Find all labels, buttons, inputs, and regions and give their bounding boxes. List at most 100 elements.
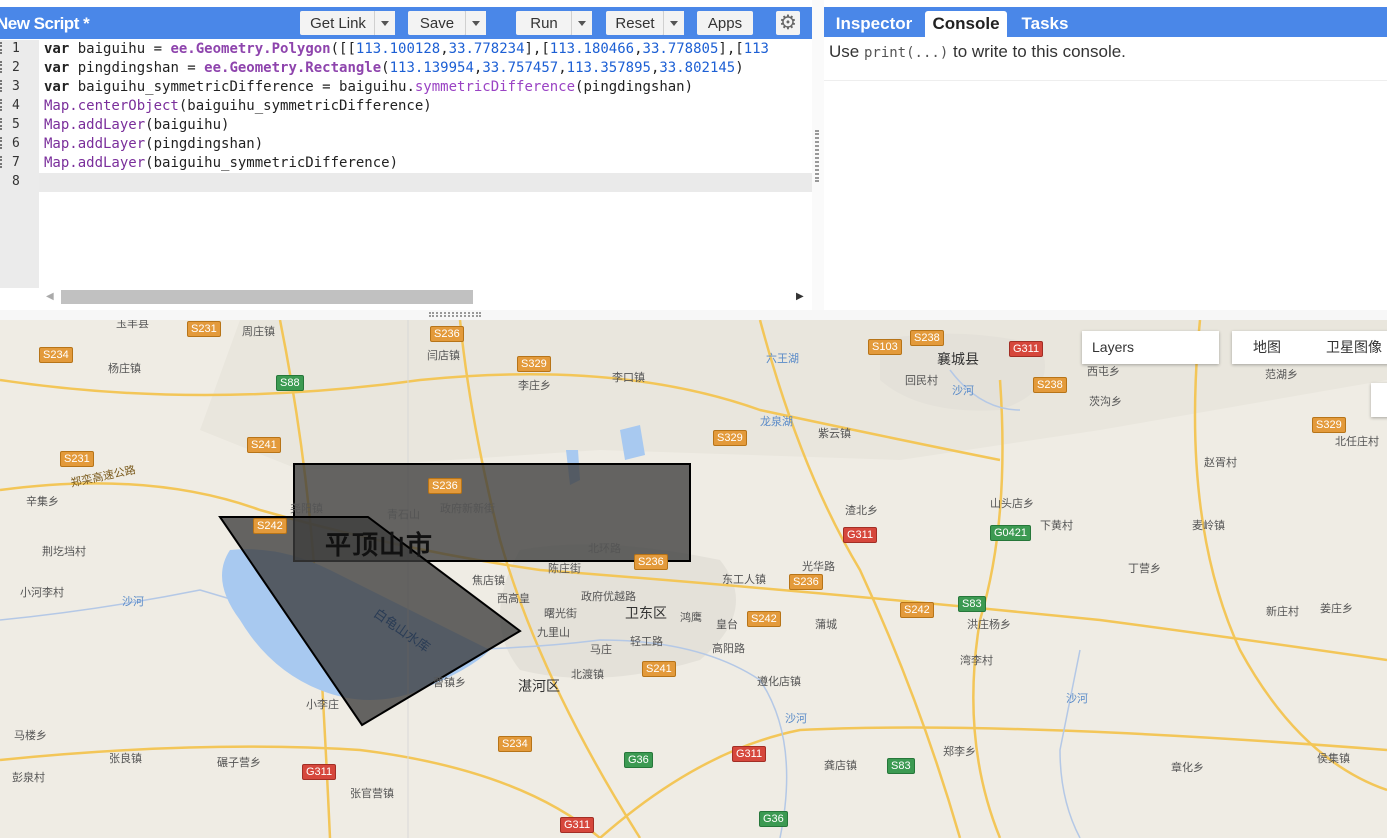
apps-button[interactable]: Apps: [697, 11, 753, 35]
code-line[interactable]: Map.addLayer(baiguihu_symmetricDifferenc…: [44, 154, 398, 173]
code-line[interactable]: Map.addLayer(baiguihu): [44, 116, 229, 135]
line-number: 7: [0, 154, 39, 173]
map-place-label: 鸿鹰: [680, 612, 702, 624]
vertical-splitter[interactable]: [812, 0, 824, 310]
code-token: (baiguihu): [145, 117, 230, 133]
horizontal-scrollbar[interactable]: ◀ ▶: [44, 288, 809, 306]
code-token: pingdingshan =: [69, 60, 205, 76]
reset-button[interactable]: Reset: [606, 11, 664, 35]
road-shield: G311: [1009, 341, 1044, 357]
fold-marker-icon: [0, 80, 6, 92]
get-link-dropdown-icon[interactable]: [374, 11, 395, 35]
line-number: 5: [0, 116, 39, 135]
save-button[interactable]: Save: [408, 11, 466, 35]
map-place-label: 北任庄村: [1335, 436, 1379, 448]
code-token: baiguihu_symmetricDifference = baiguihu.: [69, 79, 415, 95]
map-place-label: 西高皇: [497, 593, 530, 605]
get-link-button[interactable]: Get Link: [300, 11, 376, 35]
code-token: 33.802145: [659, 60, 736, 76]
code-token: ee.Geometry.Rectangle: [204, 60, 382, 76]
code-token: var: [44, 60, 70, 76]
road-shield: S238: [1033, 377, 1067, 393]
road-shield: S234: [39, 347, 73, 363]
map-place-label: 茨沟乡: [1089, 396, 1122, 408]
scroll-left-icon[interactable]: ◀: [46, 291, 54, 302]
fold-marker-icon: [0, 156, 6, 168]
right-panel-tabs: Inspector Console Tasks: [824, 7, 1387, 37]
map-place-label: 章化乡: [1171, 762, 1204, 774]
road-shield: G0421: [990, 525, 1032, 541]
code-token: (baiguihu_symmetricDifference): [145, 155, 399, 171]
fullscreen-icon[interactable]: [1371, 383, 1387, 417]
map-place-label: 闫店镇: [427, 350, 460, 362]
code-token: ee.Geometry.Polygon: [170, 41, 331, 57]
line-number: 2: [0, 59, 39, 78]
code-line[interactable]: Map.addLayer(pingdingshan): [44, 135, 263, 154]
reset-dropdown-icon[interactable]: [663, 11, 684, 35]
code-token: 33.778234: [448, 41, 525, 57]
code-line[interactable]: var pingdingshan = ee.Geometry.Rectangle…: [44, 59, 744, 78]
map-place-label: 新庄村: [1266, 606, 1299, 618]
code-token: ],[: [524, 41, 550, 57]
map-place-label: 荆圪垱村: [42, 546, 86, 558]
code-line[interactable]: var baiguihu_symmetricDifference = baigu…: [44, 78, 693, 97]
line-number-text: 7: [12, 155, 20, 170]
map-place-label: 曹镇乡: [433, 677, 466, 689]
code-token: 113.139954: [389, 60, 474, 76]
code-token: ],[: [718, 41, 744, 57]
code-token: 33.757457: [482, 60, 559, 76]
code-line[interactable]: var baiguihu = ee.Geometry.Polygon([[113…: [44, 40, 769, 59]
tab-inspector[interactable]: Inspector: [828, 11, 920, 37]
map-place-label: 张良镇: [109, 753, 142, 765]
map-place-label: 政府新新街: [440, 503, 495, 515]
map-place-label: 蒲城: [815, 619, 837, 631]
map-place-label: 碾子营乡: [217, 757, 261, 769]
code-line[interactable]: Map.centerObject(baiguihu_symmetricDiffe…: [44, 97, 432, 116]
scrollbar-thumb[interactable]: [61, 290, 473, 304]
road-shield: S242: [900, 602, 934, 618]
road-shield: S103: [868, 339, 902, 355]
map-water-label: 沙河: [122, 596, 144, 608]
code-token: ,: [440, 41, 449, 57]
map-place-label: 侯集镇: [1317, 753, 1350, 765]
fold-marker-icon: [0, 61, 6, 73]
run-button[interactable]: Run: [516, 11, 572, 35]
line-number: 8: [0, 173, 39, 192]
fold-marker-icon: [0, 42, 6, 54]
code-token: 113: [743, 41, 769, 57]
map-place-label: 杨庄镇: [108, 363, 141, 375]
map-place-label: 东工人镇: [722, 574, 766, 586]
splitter-grip-icon: [815, 130, 819, 182]
script-title[interactable]: New Script *: [0, 14, 90, 34]
map-place-label: 湾李村: [960, 655, 993, 667]
settings-gear-icon[interactable]: ⚙: [776, 11, 800, 35]
map-place-label: 范湖乡: [1265, 369, 1298, 381]
map-place-label: 尧阳镇: [290, 503, 323, 515]
code-token: baiguihu =: [69, 41, 171, 57]
map-view[interactable]: 平顶山市 周庄镇 闫店镇 李庄乡 李口镇 杨庄镇 回民村 西屯乡 范湖乡 茨沟乡 紫云镇 北任庄村赵…: [0, 320, 1387, 838]
run-dropdown-icon[interactable]: [571, 11, 592, 35]
road-shield: G311: [732, 746, 767, 762]
line-number-text: 8: [12, 174, 20, 189]
map-type-roadmap[interactable]: 地图: [1253, 331, 1281, 364]
code-token: Map.addLayer: [44, 155, 146, 171]
map-place-label: 政府优越路: [581, 591, 636, 603]
tab-tasks[interactable]: Tasks: [1011, 11, 1079, 37]
tab-console[interactable]: Console: [925, 11, 1007, 37]
line-number-text: 1: [12, 41, 20, 56]
code-token: symmetricDifference: [414, 79, 576, 95]
line-number-text: 6: [12, 136, 20, 151]
road-shield: S241: [247, 437, 281, 453]
code-token: (: [381, 60, 390, 76]
horizontal-splitter[interactable]: [0, 310, 1387, 320]
fold-marker-icon: [0, 137, 6, 149]
map-district-label: 襄城县: [937, 351, 979, 367]
scroll-right-icon[interactable]: ▶: [796, 291, 804, 302]
map-type-satellite[interactable]: 卫星图像: [1326, 331, 1382, 364]
code-token: ([[: [330, 41, 356, 57]
code-token: Map.centerObject: [44, 98, 179, 114]
layers-button[interactable]: Layers: [1082, 331, 1219, 364]
save-dropdown-icon[interactable]: [465, 11, 486, 35]
line-number: 1: [0, 40, 39, 59]
map-place-label: 焦店镇: [472, 575, 505, 587]
